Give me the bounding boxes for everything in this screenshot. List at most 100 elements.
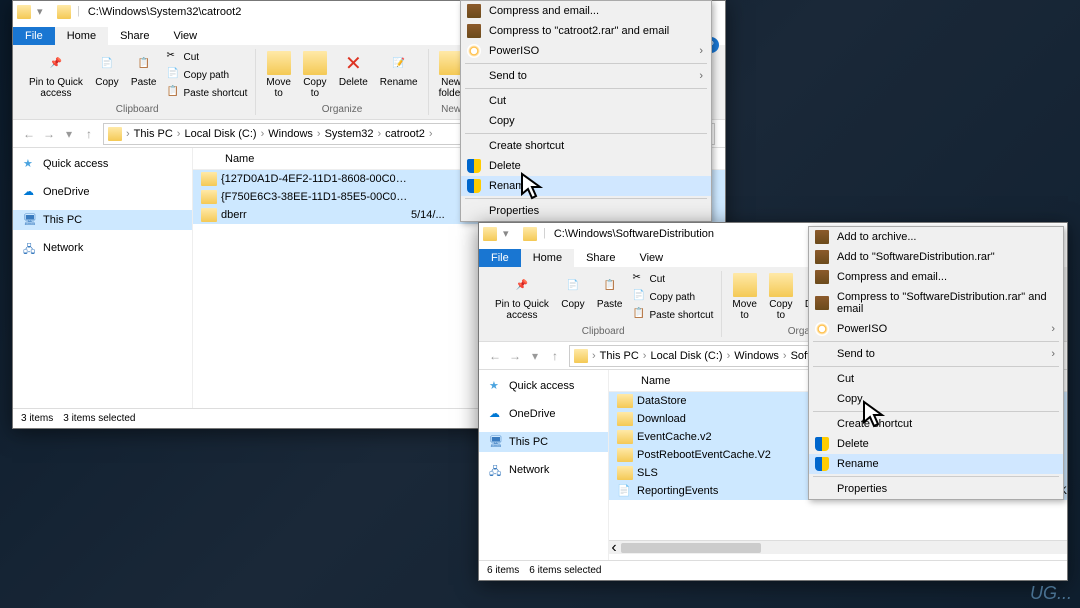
tab-home[interactable]: Home	[55, 27, 108, 45]
delete-button[interactable]: ✕Delete	[335, 49, 372, 90]
breadcrumb-part[interactable]: Local Disk (C:)	[646, 350, 726, 362]
context-menu[interactable]: Compress and email...Compress to "catroo…	[460, 0, 712, 222]
tab-share[interactable]: Share	[108, 27, 161, 45]
menu-item[interactable]: Properties	[461, 201, 711, 221]
separator	[465, 133, 707, 134]
menu-label: Send to	[489, 70, 527, 82]
breadcrumb-part[interactable]: Windows	[730, 350, 783, 362]
sidebar-onedrive[interactable]: ☁OneDrive	[13, 182, 192, 202]
tab-file[interactable]: File	[479, 249, 521, 267]
breadcrumb-part[interactable]: This PC	[596, 350, 643, 362]
menu-item[interactable]: PowerISO›	[461, 41, 711, 61]
sidebar-this-pc[interactable]: 🖥This PC	[13, 210, 192, 230]
scrollbar-horizontal[interactable]: ‹	[609, 540, 1067, 554]
forward-button[interactable]: →	[505, 346, 525, 366]
star-icon: ★	[23, 157, 37, 171]
menu-label: Compress to "SoftwareDistribution.rar" a…	[837, 291, 1055, 315]
up-button[interactable]: ↑	[545, 346, 565, 366]
menu-item[interactable]: Delete	[809, 434, 1063, 454]
folder-icon	[57, 5, 71, 19]
chevron-down-icon[interactable]: ▾	[37, 5, 51, 19]
folder-icon	[617, 430, 633, 444]
sidebar-network[interactable]: 🖧Network	[13, 238, 192, 258]
rename-icon: 📝	[387, 51, 411, 75]
menu-item[interactable]: Add to archive...	[809, 227, 1063, 247]
rename-button[interactable]: 📝Rename	[376, 49, 422, 90]
menu-item[interactable]: Properties	[809, 479, 1063, 499]
breadcrumb-part[interactable]: This PC	[130, 128, 177, 140]
menu-item[interactable]: Rename	[809, 454, 1063, 474]
col-name[interactable]: Name	[217, 153, 427, 165]
paste-button[interactable]: 📋Paste	[593, 271, 627, 312]
tab-view[interactable]: View	[627, 249, 675, 267]
menu-item[interactable]: Compress and email...	[809, 267, 1063, 287]
status-selected: 6 items selected	[529, 565, 601, 576]
menu-label: Delete	[489, 160, 521, 172]
context-menu[interactable]: Add to archive... Add to "SoftwareDistrib…	[808, 226, 1064, 500]
chevron-right-icon: ›	[699, 45, 703, 57]
breadcrumb-part[interactable]: Windows	[264, 128, 317, 140]
network-icon: 🖧	[489, 463, 503, 477]
copy-button[interactable]: 📄Copy	[91, 49, 123, 90]
menu-item[interactable]: Delete	[461, 156, 711, 176]
cut-button[interactable]: ✂Cut	[165, 49, 250, 65]
sidebar-onedrive[interactable]: ☁OneDrive	[479, 404, 608, 424]
scissors-icon: ✂	[633, 272, 647, 286]
menu-item[interactable]: Rename	[461, 176, 711, 196]
separator	[813, 366, 1059, 367]
shield-icon	[467, 159, 481, 173]
breadcrumb-part[interactable]: Local Disk (C:)	[180, 128, 260, 140]
archive-icon	[467, 4, 481, 18]
copy-path-button[interactable]: 📄Copy path	[631, 289, 716, 305]
tab-view[interactable]: View	[161, 27, 209, 45]
menu-item[interactable]: PowerISO›	[809, 319, 1063, 339]
sidebar-quick-access[interactable]: ★Quick access	[479, 376, 608, 396]
menu-item[interactable]: Compress and email...	[461, 1, 711, 21]
menu-label: Send to	[837, 348, 875, 360]
menu-item[interactable]: Cut	[461, 91, 711, 111]
menu-label: Rename	[489, 180, 531, 192]
chevron-down-icon[interactable]: ▾	[503, 227, 517, 241]
copy-button[interactable]: 📄Copy	[557, 271, 589, 312]
forward-button[interactable]: →	[39, 124, 59, 144]
back-button[interactable]: ←	[19, 124, 39, 144]
tab-share[interactable]: Share	[574, 249, 627, 267]
menu-item[interactable]: Cut	[809, 369, 1063, 389]
copy-to-button[interactable]: Copy to	[765, 271, 797, 323]
copy-path-button[interactable]: 📄Copy path	[165, 67, 250, 83]
menu-item[interactable]: Add to "SoftwareDistribution.rar"	[809, 247, 1063, 267]
folder-icon	[617, 412, 633, 426]
move-to-button[interactable]: Move to	[262, 49, 294, 101]
tab-home[interactable]: Home	[521, 249, 574, 267]
chevron-down-icon[interactable]: ▾	[525, 346, 545, 366]
menu-item[interactable]: Send to›	[461, 66, 711, 86]
menu-item[interactable]: Compress to "SoftwareDistribution.rar" a…	[809, 287, 1063, 319]
back-button[interactable]: ←	[485, 346, 505, 366]
menu-label: Add to archive...	[837, 231, 917, 243]
sidebar-quick-access[interactable]: ★Quick access	[13, 154, 192, 174]
sidebar: ★Quick access ☁OneDrive 🖥This PC 🖧Networ…	[479, 370, 609, 560]
menu-item[interactable]: Create shortcut	[809, 414, 1063, 434]
paste-icon: 📋	[132, 51, 156, 75]
sidebar-this-pc[interactable]: 🖥This PC	[479, 432, 608, 452]
paste-shortcut-button[interactable]: 📋Paste shortcut	[165, 85, 250, 101]
pin-button[interactable]: 📌Pin to Quick access	[491, 271, 553, 323]
copy-icon: 📄	[561, 273, 585, 297]
breadcrumb-part[interactable]: catroot2	[381, 128, 429, 140]
menu-item[interactable]: Copy	[809, 389, 1063, 409]
paste-button[interactable]: 📋Paste	[127, 49, 161, 90]
menu-item[interactable]: Create shortcut	[461, 136, 711, 156]
move-to-button[interactable]: Move to	[728, 271, 760, 323]
pin-button[interactable]: 📌Pin to Quick access	[25, 49, 87, 101]
menu-item[interactable]: Send to›	[809, 344, 1063, 364]
tab-file[interactable]: File	[13, 27, 55, 45]
menu-item[interactable]: Copy	[461, 111, 711, 131]
up-button[interactable]: ↑	[79, 124, 99, 144]
copy-to-button[interactable]: Copy to	[299, 49, 331, 101]
paste-shortcut-button[interactable]: 📋Paste shortcut	[631, 307, 716, 323]
breadcrumb-part[interactable]: System32	[321, 128, 378, 140]
chevron-down-icon[interactable]: ▾	[59, 124, 79, 144]
cut-button[interactable]: ✂Cut	[631, 271, 716, 287]
sidebar-network[interactable]: 🖧Network	[479, 460, 608, 480]
menu-item[interactable]: Compress to "catroot2.rar" and email	[461, 21, 711, 41]
